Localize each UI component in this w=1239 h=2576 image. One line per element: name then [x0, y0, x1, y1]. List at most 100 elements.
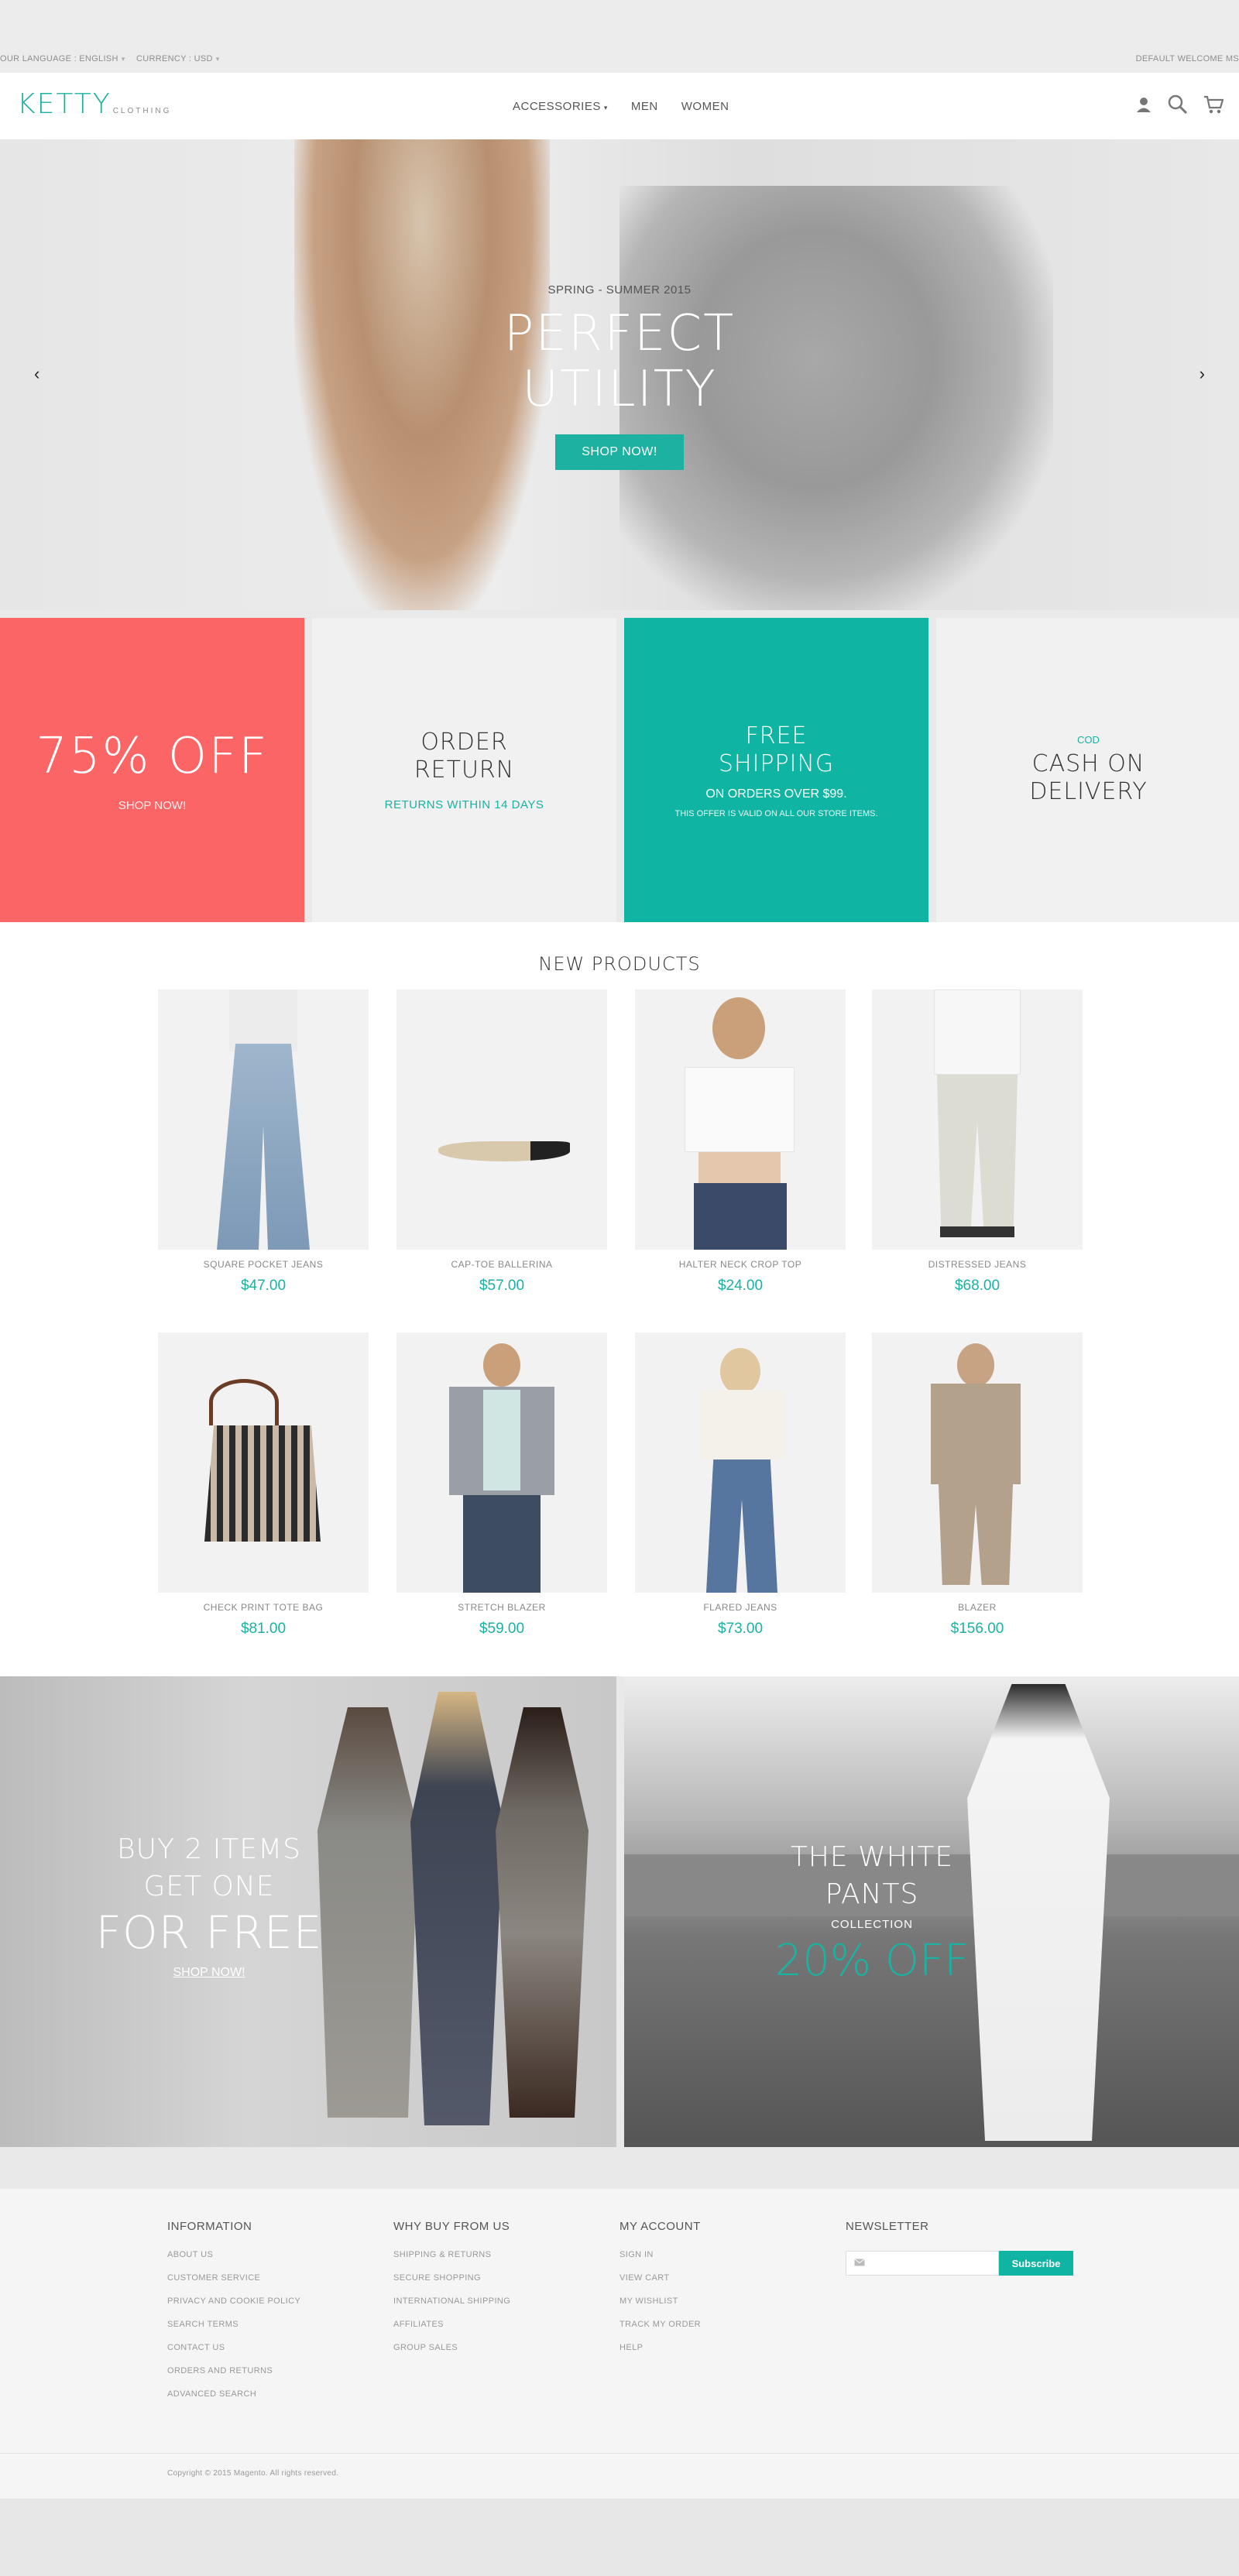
product-name[interactable]: FLARED JEANS	[635, 1602, 846, 1613]
promo-shipping-note: THIS OFFER IS VALID ON ALL OUR STORE ITE…	[674, 808, 878, 818]
product-name[interactable]: HALTER NECK CROP TOP	[635, 1259, 846, 1270]
product-image[interactable]	[396, 990, 607, 1250]
search-icon[interactable]	[1168, 94, 1188, 118]
currency-switcher[interactable]: CURRENCY : USD ▾	[136, 54, 220, 63]
product-image[interactable]	[158, 990, 369, 1250]
footer-link[interactable]: CONTACT US	[167, 2343, 300, 2366]
product-price: $47.00	[240, 1278, 287, 1294]
banner-text: BUY 2 ITEMS GET ONE FOR FREE SHOP NOW!	[0, 1831, 418, 1980]
footer-link[interactable]: ORDERS AND RETURNS	[167, 2366, 300, 2389]
banner-white-pants[interactable]: THE WHITE PANTS COLLECTION 20% OFF	[624, 1676, 1239, 2147]
promo-shipping-line-2: SHIPPING	[718, 749, 835, 777]
promo-cod[interactable]: COD CASH ON DELIVERY	[936, 618, 1239, 922]
promo-return-line-2: RETURN	[414, 756, 515, 784]
promo-free-shipping[interactable]: FREE SHIPPING ON ORDERS OVER $99. THIS O…	[624, 618, 928, 922]
product-price: $81.00	[240, 1621, 287, 1637]
product-image[interactable]	[872, 990, 1083, 1250]
product-price: $73.00	[717, 1621, 764, 1637]
banner-line-1: BUY 2 ITEMS	[117, 1833, 301, 1865]
product-name[interactable]: DISTRESSED JEANS	[872, 1259, 1083, 1270]
product-image[interactable]	[635, 1333, 846, 1593]
banner-collection: COLLECTION	[831, 1918, 913, 1931]
product-image[interactable]	[872, 1333, 1083, 1593]
footer-link[interactable]: SHIPPING & RETURNS	[393, 2250, 510, 2273]
chevron-down-icon: ▾	[121, 55, 125, 63]
subscribe-button[interactable]: Subscribe	[999, 2251, 1073, 2276]
banner-buy-2-get-1[interactable]: BUY 2 ITEMS GET ONE FOR FREE SHOP NOW!	[0, 1676, 616, 2147]
nav-item-women[interactable]: WOMEN	[681, 100, 729, 113]
footer-link[interactable]: HELP	[620, 2343, 701, 2366]
promo-discount[interactable]: 75% OFF SHOP NOW!	[0, 618, 304, 922]
promo-discount-link[interactable]: SHOP NOW!	[118, 799, 186, 812]
promo-cod-line-2: DELIVERY	[1029, 778, 1148, 805]
product-price: $57.00	[479, 1278, 525, 1294]
model-image	[496, 1707, 589, 2118]
footer-link[interactable]: ABOUT US	[167, 2250, 300, 2273]
product-price: $156.00	[950, 1621, 1004, 1637]
product-card[interactable]: SQUARE POCKET JEANS $47.00	[158, 990, 369, 1295]
product-card[interactable]: BLAZER $156.00	[872, 1333, 1083, 1638]
hero-season: SPRING - SUMMER 2015	[547, 283, 692, 297]
product-name[interactable]: STRETCH BLAZER	[396, 1602, 607, 1613]
product-price: $24.00	[717, 1278, 764, 1294]
product-card[interactable]: STRETCH BLAZER $59.00	[396, 1333, 607, 1638]
site-header: KETTY CLOTHING ACCESSORIES ▾ MEN WOMEN	[0, 73, 1239, 139]
product-image[interactable]	[158, 1333, 369, 1593]
copyright: Copyright © 2015 Magento. All rights res…	[167, 2469, 339, 2478]
footer-column-why-buy: WHY BUY FROM US SHIPPING & RETURNS SECUR…	[393, 2220, 510, 2366]
shop-now-button[interactable]: SHOP NOW!	[555, 434, 684, 470]
main-nav: ACCESSORIES ▾ MEN WOMEN	[513, 100, 729, 113]
product-price: $68.00	[954, 1278, 1000, 1294]
product-name[interactable]: CAP-TOE BALLERINA	[396, 1259, 607, 1270]
logo-main: KETTY	[17, 88, 112, 120]
product-name[interactable]: CHECK PRINT TOTE BAG	[158, 1602, 369, 1613]
nav-item-accessories[interactable]: ACCESSORIES ▾	[513, 100, 608, 113]
logo-sub: CLOTHING	[112, 107, 172, 115]
banner-shop-now-link[interactable]: SHOP NOW!	[173, 1966, 245, 1980]
hero-title-line-1: PERFECT	[503, 305, 736, 362]
footer-link[interactable]: GROUP SALES	[393, 2343, 510, 2366]
footer-link[interactable]: AFFILIATES	[393, 2320, 510, 2343]
footer-link[interactable]: PRIVACY AND COOKIE POLICY	[167, 2296, 300, 2320]
footer-link[interactable]: SEARCH TERMS	[167, 2320, 300, 2343]
hero-slider: ‹ › SPRING - SUMMER 2015 PERFECT UTILITY…	[0, 139, 1239, 610]
footer-link[interactable]: SIGN IN	[620, 2250, 701, 2273]
footer-link[interactable]: MY WISHLIST	[620, 2296, 701, 2320]
footer-link[interactable]: INTERNATIONAL SHIPPING	[393, 2296, 510, 2320]
cart-icon[interactable]	[1203, 94, 1224, 118]
product-card[interactable]: FLARED JEANS $73.00	[635, 1333, 846, 1638]
footer-link[interactable]: TRACK MY ORDER	[620, 2320, 701, 2343]
logo[interactable]: KETTY CLOTHING	[17, 88, 171, 120]
language-label: OUR LANGUAGE : ENGLISH	[0, 54, 118, 63]
footer-link[interactable]: ADVANCED SEARCH	[167, 2389, 300, 2413]
banner-line-2: PANTS	[825, 1878, 919, 1910]
hero-title-line-2: UTILITY	[522, 361, 717, 418]
promo-cod-line-1: CASH ON	[1031, 750, 1145, 777]
promo-return-title: ORDER RETURN	[414, 729, 514, 784]
banner-discount: 20% OFF	[774, 1936, 970, 1986]
footer-link[interactable]: SECURE SHOPPING	[393, 2273, 510, 2296]
footer-link[interactable]: CUSTOMER SERVICE	[167, 2273, 300, 2296]
footer-link[interactable]: VIEW CART	[620, 2273, 701, 2296]
product-card[interactable]: CAP-TOE BALLERINA $57.00	[396, 990, 607, 1295]
product-image[interactable]	[635, 990, 846, 1250]
product-name[interactable]: BLAZER	[872, 1602, 1083, 1613]
language-switcher[interactable]: OUR LANGUAGE : ENGLISH ▾	[0, 54, 125, 63]
header-icons	[1135, 94, 1224, 118]
product-card[interactable]: CHECK PRINT TOTE BAG $81.00	[158, 1333, 369, 1638]
hero-title: PERFECT UTILITY	[0, 306, 1239, 417]
section-title: NEW PRODUCTS	[538, 953, 701, 975]
product-card[interactable]: DISTRESSED JEANS $68.00	[872, 990, 1083, 1295]
product-image[interactable]	[396, 1333, 607, 1593]
product-card[interactable]: HALTER NECK CROP TOP $24.00	[635, 990, 846, 1295]
welcome-message: DEFAULT WELCOME MS	[1135, 54, 1239, 63]
promo-order-return[interactable]: ORDER RETURN RETURNS WITHIN 14 DAYS	[312, 618, 616, 922]
currency-label: CURRENCY : USD	[136, 54, 213, 63]
product-name[interactable]: SQUARE POCKET JEANS	[158, 1259, 369, 1270]
nav-item-men[interactable]: MEN	[631, 100, 658, 113]
promo-return-line-1: ORDER	[420, 729, 508, 756]
user-icon[interactable]	[1135, 96, 1152, 117]
model-image	[410, 1692, 503, 2125]
banner-line-1: THE WHITE	[790, 1841, 954, 1873]
newsletter-email-input[interactable]	[846, 2251, 999, 2276]
